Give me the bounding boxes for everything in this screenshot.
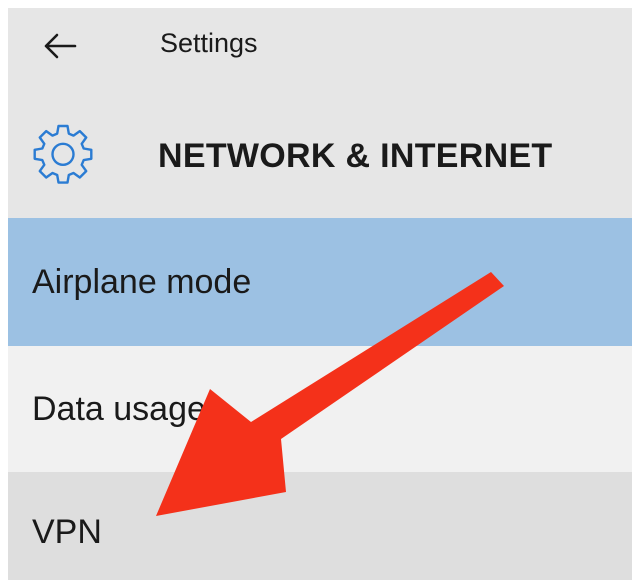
nav-item-label: Airplane mode — [32, 262, 252, 301]
gear-icon — [33, 124, 93, 184]
nav-item-label: Data usage — [32, 389, 206, 428]
nav-list: Airplane mode Data usage VPN — [8, 218, 632, 580]
settings-window: Settings NETWORK & INTERNET Airplane mod… — [8, 8, 632, 580]
nav-item-airplane-mode[interactable]: Airplane mode — [8, 218, 632, 346]
nav-item-vpn[interactable]: VPN — [8, 472, 632, 580]
page-title: NETWORK & INTERNET — [158, 137, 553, 175]
back-arrow-icon — [44, 33, 77, 59]
back-button[interactable] — [34, 22, 86, 70]
nav-item-label: VPN — [32, 512, 102, 551]
header: Settings NETWORK & INTERNET — [8, 8, 632, 218]
nav-item-data-usage[interactable]: Data usage — [8, 346, 632, 472]
app-title: Settings — [160, 28, 258, 58]
